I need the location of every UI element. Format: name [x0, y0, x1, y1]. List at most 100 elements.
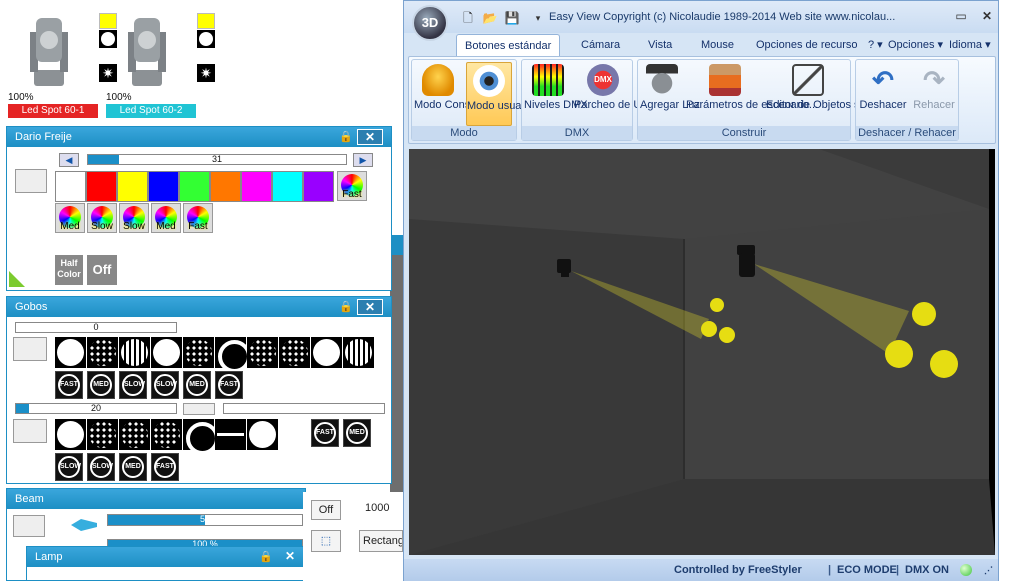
gobo-button[interactable]: [247, 337, 278, 368]
gobo-button[interactable]: [215, 419, 246, 450]
close-button[interactable]: ✕: [357, 129, 383, 145]
app-orb-button[interactable]: 3D: [412, 5, 448, 41]
half-color-button[interactable]: Half Color: [55, 255, 83, 285]
color-swatch[interactable]: [272, 171, 303, 202]
beam-reset-button[interactable]: [13, 515, 45, 537]
tab-camara[interactable]: Cámara: [581, 34, 620, 56]
gobo-button[interactable]: [183, 337, 214, 368]
color-swatch[interactable]: [179, 171, 210, 202]
color-wheel-med[interactable]: Med: [151, 203, 181, 233]
minimize-button[interactable]: ▭: [952, 7, 970, 25]
gobo2-reset-button[interactable]: [13, 419, 47, 443]
shape-select[interactable]: Rectang: [359, 530, 403, 552]
gobo-button[interactable]: [183, 419, 219, 455]
gobo-button[interactable]: [279, 337, 310, 368]
gobo-speed-slow-button[interactable]: SLOW: [119, 371, 147, 399]
editor-objetos-button[interactable]: Editor de Objetos simples: [766, 62, 891, 126]
off-button[interactable]: Off: [87, 255, 117, 285]
gobo-button[interactable]: [215, 337, 251, 373]
next-arrow-button[interactable]: ▶: [353, 153, 373, 167]
3d-viewport[interactable]: [409, 149, 995, 555]
fixture-tile-2[interactable]: 100% Led Spot 60-2: [106, 8, 206, 120]
prev-arrow-button[interactable]: ◀: [59, 153, 79, 167]
quick-access-dropdown-icon[interactable]: ▾: [530, 10, 546, 26]
gobo-speed-slow-button[interactable]: SLOW: [151, 371, 179, 399]
modo-construir-button[interactable]: Modo Construir: [414, 62, 489, 126]
fixture-name: Led Spot 60-1: [8, 104, 98, 118]
color-wheel-fast[interactable]: Fast: [337, 171, 367, 201]
lock-icon[interactable]: 🔒: [259, 550, 273, 564]
open-folder-icon[interactable]: 📂: [482, 10, 498, 26]
resize-grip-icon[interactable]: [9, 271, 25, 287]
gobo-speed-med-button[interactable]: MED: [87, 371, 115, 399]
slider-value: 0: [93, 322, 99, 332]
gobo-speed-fast-button[interactable]: FAST: [311, 419, 339, 447]
color-wheel-fast[interactable]: Fast: [183, 203, 213, 233]
close-window-button[interactable]: ✕: [978, 7, 996, 25]
new-file-icon[interactable]: 🗋: [460, 10, 476, 26]
gobo-button[interactable]: [55, 337, 86, 368]
save-icon[interactable]: 💾: [504, 10, 520, 26]
parcheo-universos-button[interactable]: DMX Parcheo de Universos: [574, 62, 682, 126]
gobo-rotation-slider[interactable]: 20: [15, 403, 177, 414]
help-menu[interactable]: ? ▾: [868, 34, 883, 56]
gobo-speed-fast-button[interactable]: FAST: [151, 453, 179, 481]
color-swatch[interactable]: [55, 171, 86, 202]
color-swatch[interactable]: [148, 171, 179, 202]
tab-mouse[interactable]: Mouse: [701, 34, 734, 56]
gobo-speed-fast-button[interactable]: FAST: [215, 371, 243, 399]
gobo-reset-button[interactable]: [13, 337, 47, 361]
side-off-button[interactable]: Off: [311, 500, 341, 520]
gobo-button[interactable]: [151, 419, 182, 450]
gobo-speed-med-button[interactable]: MED: [343, 419, 371, 447]
fixture-name: Led Spot 60-2: [106, 104, 196, 118]
tab-vista[interactable]: Vista: [648, 34, 672, 56]
gobo-speed-slow-button[interactable]: SLOW: [55, 453, 83, 481]
color-swatch[interactable]: [86, 171, 117, 202]
options-menu[interactable]: Opciones ▾: [888, 34, 943, 56]
color-swatch[interactable]: [117, 171, 148, 202]
modo-usuario-button[interactable]: Modo usuario: [466, 62, 534, 126]
gobo-button[interactable]: [119, 419, 150, 450]
agregar-luz-button[interactable]: Agregar Luz: [640, 62, 700, 126]
lock-icon[interactable]: 🔒: [339, 300, 353, 314]
gobo-button[interactable]: [343, 337, 374, 368]
gobo-speed-fast-button[interactable]: FAST: [55, 371, 83, 399]
color-wheel-slow[interactable]: Slow: [119, 203, 149, 233]
parametros-escenario-button[interactable]: Parámetros de escenario...: [686, 62, 818, 126]
gobo-speed-med-button[interactable]: MED: [183, 371, 211, 399]
close-button[interactable]: ✕: [277, 549, 303, 565]
resize-grip-icon[interactable]: ⋰: [984, 559, 993, 581]
fixture-tile-1[interactable]: 100% Led Spot 60-1: [8, 8, 108, 120]
tab-opciones-de-recurso[interactable]: Opciones de recurso: [756, 34, 858, 56]
tab-botones-estandar[interactable]: Botones estándar: [456, 34, 561, 56]
gobo-slider[interactable]: 0: [15, 322, 177, 333]
gobo-mid-button[interactable]: [183, 403, 215, 415]
gobo-button[interactable]: [87, 337, 118, 368]
gobo-speed-med-button[interactable]: MED: [119, 453, 147, 481]
gobo-button[interactable]: [119, 337, 150, 368]
gobo2-slider[interactable]: [223, 403, 385, 414]
niveles-dmx-button[interactable]: Niveles DMX: [524, 62, 588, 126]
color-slider[interactable]: 31: [87, 154, 347, 165]
color-reset-button[interactable]: [15, 169, 47, 193]
color-wheel-med[interactable]: Med: [55, 203, 85, 233]
gobo-button[interactable]: [247, 419, 278, 450]
selection-shape-icon[interactable]: ⬚: [311, 530, 341, 552]
gobo-button[interactable]: [311, 337, 342, 368]
color-swatch[interactable]: [241, 171, 272, 202]
gobo-speed-slow-button[interactable]: SLOW: [87, 453, 115, 481]
color-swatch[interactable]: [210, 171, 241, 202]
rehacer-button[interactable]: ↷ Rehacer: [910, 62, 958, 126]
deshacer-button[interactable]: ↶ Deshacer: [858, 62, 908, 126]
language-menu[interactable]: Idioma ▾: [949, 34, 991, 56]
gobo-button[interactable]: [87, 419, 118, 450]
beam-slider[interactable]: 50: [107, 514, 303, 526]
color-wheel-slow[interactable]: Slow: [87, 203, 117, 233]
color-swatch[interactable]: [303, 171, 334, 202]
close-button[interactable]: ✕: [357, 299, 383, 315]
gobo-button[interactable]: [55, 419, 86, 450]
gobo-button[interactable]: [151, 337, 182, 368]
lock-icon[interactable]: 🔒: [339, 130, 353, 144]
level-meter-icon: [532, 64, 564, 96]
